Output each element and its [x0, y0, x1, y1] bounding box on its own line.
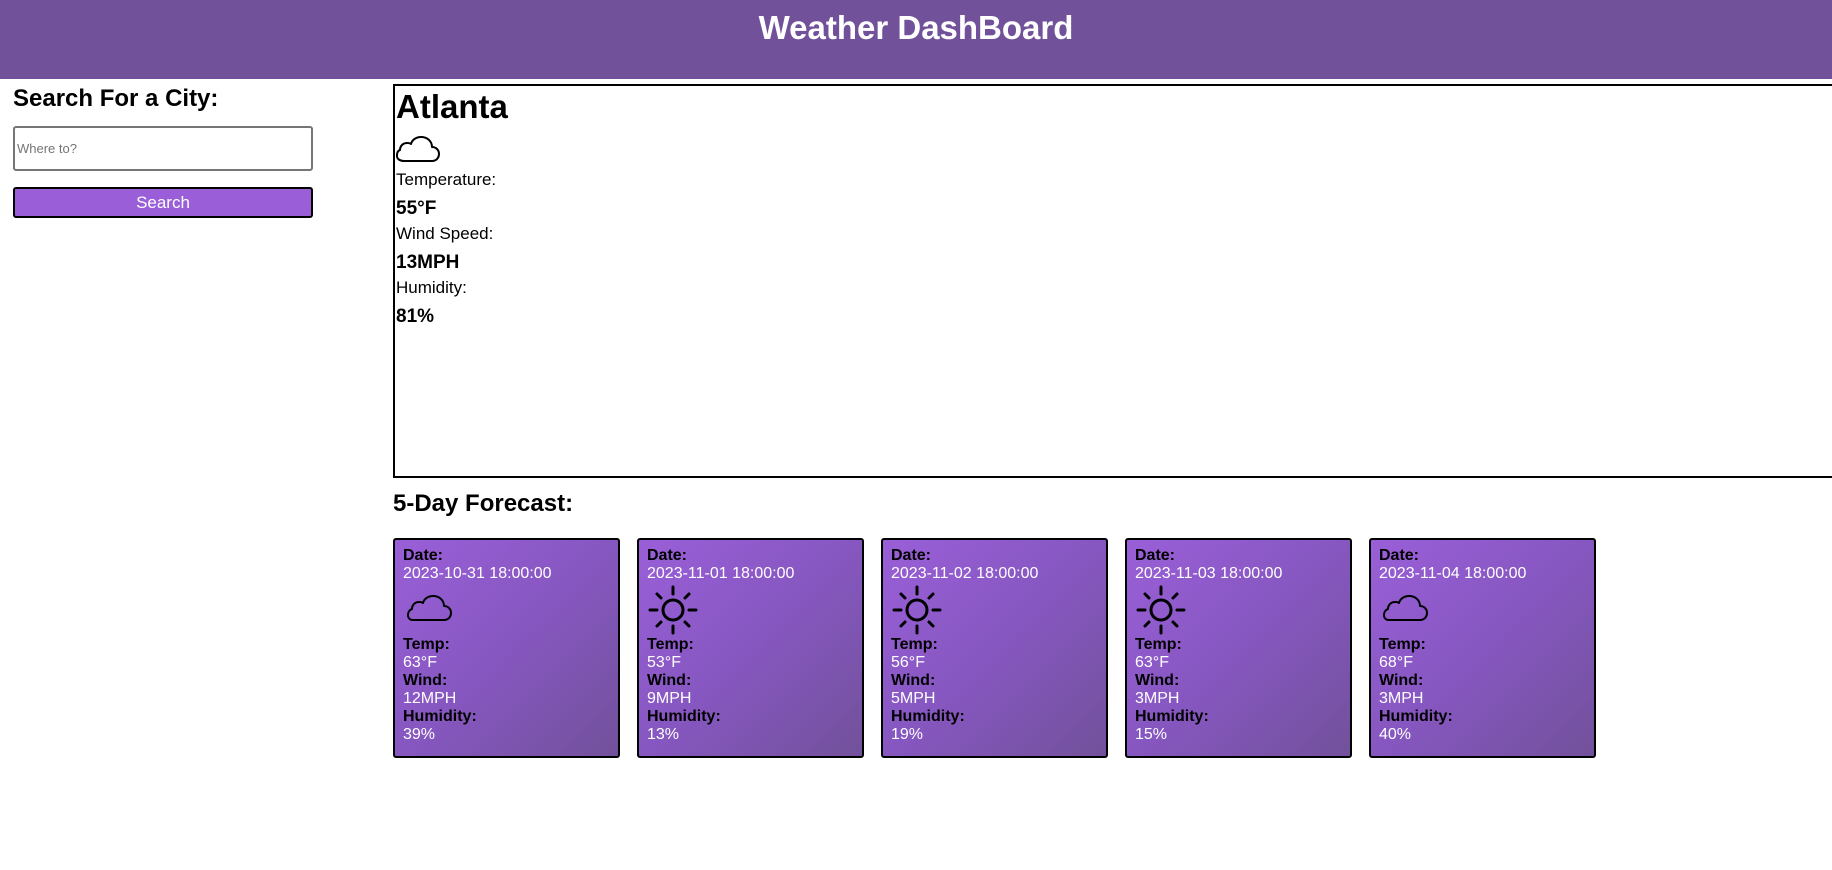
- search-panel: Search For a City: Search: [13, 84, 313, 218]
- sun-icon: [648, 585, 698, 635]
- forecast-wind-label: Wind:: [1379, 672, 1424, 689]
- forecast-date-label: Date:: [1135, 547, 1176, 564]
- temperature-label: Temperature:: [396, 170, 497, 189]
- forecast-wind: 3MPH: [1135, 690, 1180, 707]
- cloud-icon: [396, 136, 440, 162]
- forecast-date-label: Date:: [647, 547, 688, 564]
- page-title: Weather DashBoard: [758, 8, 1074, 46]
- forecast-date: 2023-11-02 18:00:00: [891, 565, 1039, 582]
- sun-icon: [1136, 585, 1186, 635]
- forecast-date: 2023-10-31 18:00:00: [403, 565, 552, 582]
- forecast-date: 2023-11-03 18:00:00: [1135, 565, 1283, 582]
- forecast-humidity-label: Humidity:: [647, 708, 721, 725]
- forecast-temp: 53°F: [647, 654, 681, 671]
- forecast-temp-label: Temp:: [403, 636, 450, 653]
- forecast-humidity-label: Humidity:: [403, 708, 477, 725]
- page-header: Weather DashBoard: [0, 0, 1832, 79]
- forecast-card: Date: 2023-11-02 18:00:00 Temp: 56°F Win…: [881, 538, 1108, 758]
- wind-speed-label: Wind Speed:: [396, 224, 494, 243]
- temperature-value: 55°F: [396, 198, 437, 219]
- cloud-icon: [1383, 595, 1428, 621]
- forecast-date: 2023-11-01 18:00:00: [647, 565, 795, 582]
- wind-speed-value: 13MPH: [396, 252, 460, 273]
- forecast-wind-label: Wind:: [403, 672, 448, 689]
- sun-icon: [892, 585, 942, 635]
- forecast-humidity-label: Humidity:: [1379, 708, 1453, 725]
- forecast-list: Date: 2023-10-31 18:00:00 Temp: 63°F Win…: [393, 538, 1596, 758]
- forecast-humidity-label: Humidity:: [1135, 708, 1209, 725]
- forecast-heading: 5-Day Forecast:: [393, 490, 574, 517]
- forecast-date-label: Date:: [403, 547, 444, 564]
- forecast-wind: 5MPH: [891, 690, 936, 707]
- city-search-input[interactable]: [13, 126, 313, 171]
- forecast-date-label: Date:: [891, 547, 932, 564]
- search-button[interactable]: Search: [13, 187, 313, 218]
- forecast-temp: 56°F: [891, 654, 925, 671]
- forecast-humidity: 13%: [647, 726, 680, 743]
- forecast-temp: 63°F: [1135, 654, 1169, 671]
- forecast-card: Date: 2023-11-04 18:00:00 Temp: 68°F Win…: [1369, 538, 1596, 758]
- current-weather-card: Atlanta Temperature: 55°F Wind Speed: 13…: [393, 84, 1832, 478]
- forecast-date: 2023-11-04 18:00:00: [1379, 565, 1527, 582]
- forecast-temp: 63°F: [403, 654, 437, 671]
- forecast-temp-label: Temp:: [1379, 636, 1426, 653]
- forecast-humidity: 40%: [1379, 726, 1412, 743]
- forecast-date-label: Date:: [1379, 547, 1420, 564]
- humidity-label: Humidity:: [396, 278, 467, 297]
- forecast-temp-label: Temp:: [1135, 636, 1182, 653]
- forecast-wind: 9MPH: [647, 690, 692, 707]
- cloud-icon: [407, 595, 452, 621]
- forecast-wind: 12MPH: [403, 690, 457, 707]
- forecast-humidity: 15%: [1135, 726, 1168, 743]
- forecast-wind-label: Wind:: [647, 672, 692, 689]
- forecast-temp: 68°F: [1379, 654, 1413, 671]
- forecast-humidity: 39%: [403, 726, 436, 743]
- forecast-wind: 3MPH: [1379, 690, 1424, 707]
- forecast-wind-label: Wind:: [891, 672, 936, 689]
- forecast-card: Date: 2023-11-03 18:00:00 Temp: 63°F Win…: [1125, 538, 1352, 758]
- forecast-card: Date: 2023-10-31 18:00:00 Temp: 63°F Win…: [393, 538, 620, 758]
- forecast-temp-label: Temp:: [647, 636, 694, 653]
- forecast-wind-label: Wind:: [1135, 672, 1180, 689]
- current-city-name: Atlanta: [396, 88, 508, 125]
- forecast-humidity: 19%: [891, 726, 924, 743]
- forecast-temp-label: Temp:: [891, 636, 938, 653]
- humidity-value: 81%: [396, 306, 435, 327]
- forecast-card: Date: 2023-11-01 18:00:00 Temp: 53°F Win…: [637, 538, 864, 758]
- forecast-humidity-label: Humidity:: [891, 708, 965, 725]
- search-heading: Search For a City:: [13, 85, 219, 112]
